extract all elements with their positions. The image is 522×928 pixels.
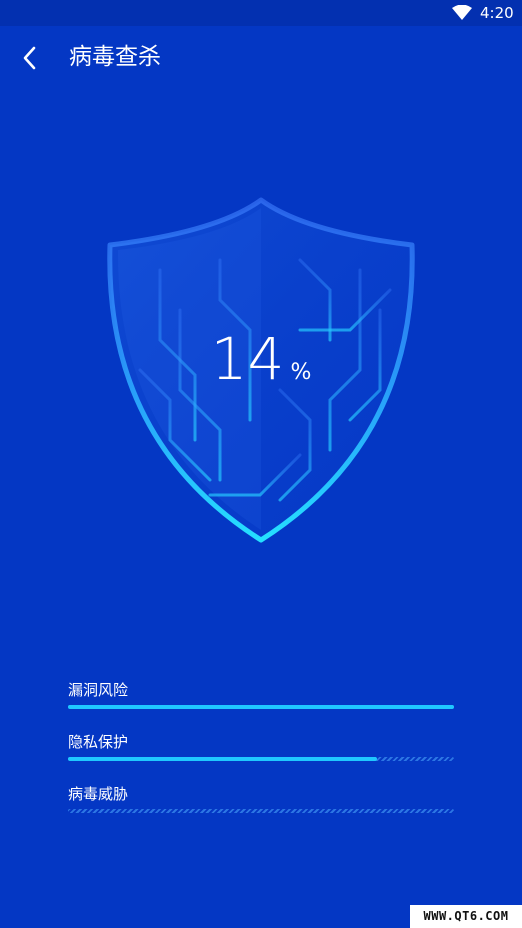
progress-unit: % bbox=[290, 360, 312, 385]
scan-item-label: 漏洞风险 bbox=[68, 681, 129, 699]
scan-item-privacy: 隐私保护 bbox=[68, 732, 454, 784]
scan-item-label: 隐私保护 bbox=[68, 733, 129, 751]
scan-item-list: 漏洞风险 隐私保护 病毒威胁 bbox=[68, 680, 454, 836]
status-time: 4:20 bbox=[480, 4, 514, 22]
scan-item-label: 病毒威胁 bbox=[68, 785, 129, 803]
progress-fill bbox=[68, 705, 454, 709]
progress-fill bbox=[68, 757, 377, 761]
progress-track bbox=[68, 705, 454, 709]
app-bar: 病毒查杀 bbox=[0, 26, 522, 88]
wifi-icon bbox=[452, 5, 472, 20]
progress-track bbox=[68, 809, 454, 813]
progress-track bbox=[68, 757, 454, 761]
watermark: WWW.QT6.COM bbox=[410, 905, 522, 928]
progress-value: 14 bbox=[210, 325, 285, 393]
chevron-left-icon bbox=[23, 46, 36, 70]
status-bar: 4:20 bbox=[0, 0, 522, 26]
scan-item-virus: 病毒威胁 bbox=[68, 784, 454, 836]
scan-progress-readout: 14% bbox=[0, 326, 522, 392]
page-title: 病毒查杀 bbox=[69, 44, 161, 70]
back-button[interactable] bbox=[10, 38, 50, 78]
scan-item-vulnerability: 漏洞风险 bbox=[68, 680, 454, 732]
